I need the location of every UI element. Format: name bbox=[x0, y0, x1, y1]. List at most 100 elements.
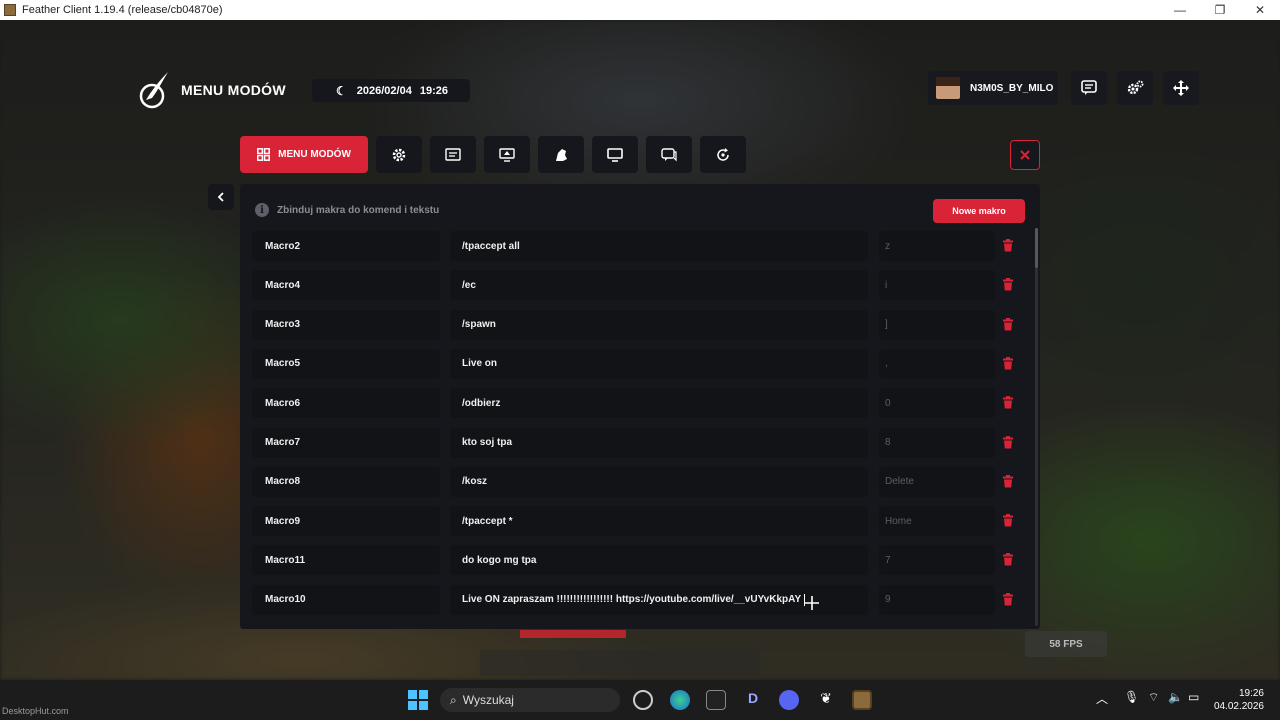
maximize-button[interactable]: ❐ bbox=[1200, 0, 1240, 20]
epic-games-icon[interactable] bbox=[706, 690, 726, 710]
macro-row: Macro11 do kogo mg tpa 7 bbox=[252, 545, 1014, 576]
user-profile-chip[interactable]: N3M0S_BY_MILO bbox=[928, 71, 1058, 105]
chevron-up-icon[interactable]: ︿ bbox=[1096, 690, 1108, 707]
chat-icon bbox=[661, 147, 677, 161]
macro-name-field[interactable]: Macro4 bbox=[252, 270, 440, 301]
macro-name-field[interactable]: Macro6 bbox=[252, 388, 440, 419]
windows-start-icon[interactable] bbox=[408, 690, 428, 710]
trash-icon[interactable] bbox=[1002, 592, 1014, 606]
macro-name-field[interactable]: Macro10 bbox=[252, 584, 440, 615]
macro-command-field[interactable]: /ec bbox=[450, 270, 868, 301]
trash-icon[interactable] bbox=[1002, 239, 1014, 252]
clock-date: 04.02.2026 bbox=[1213, 701, 1264, 712]
macro-command-field[interactable]: /kosz bbox=[450, 466, 868, 497]
macro-keybind-field[interactable]: 0 bbox=[879, 388, 995, 419]
mouse-cursor-icon bbox=[805, 596, 819, 610]
macro-name-field[interactable]: Macro11 bbox=[252, 545, 440, 576]
info-hint: i Zbinduj makra do komend i tekstu bbox=[255, 203, 439, 217]
trash-icon[interactable] bbox=[1002, 514, 1014, 527]
macro-command-field[interactable]: /odbierz bbox=[450, 388, 868, 419]
taskbar-search[interactable]: ⌕ Wyszukaj bbox=[440, 688, 620, 712]
macro-keybind-field[interactable]: Home bbox=[879, 506, 995, 537]
trash-icon[interactable] bbox=[1002, 435, 1014, 449]
tab-mod-menu-label: MENU MODÓW bbox=[278, 149, 351, 160]
macro-name-field[interactable]: Macro2 bbox=[252, 231, 440, 261]
tab-settings[interactable] bbox=[376, 136, 422, 173]
macro-keybind-field[interactable]: 7 bbox=[879, 545, 995, 576]
speaker-icon[interactable]: 🔈 bbox=[1168, 690, 1183, 704]
tab-chat[interactable] bbox=[646, 136, 692, 173]
watermark-text: DesktopHut.com bbox=[2, 706, 69, 716]
discord-icon[interactable] bbox=[779, 690, 799, 710]
macro-command-field[interactable]: /tpaccept * bbox=[450, 506, 868, 537]
trash-icon[interactable] bbox=[1002, 356, 1014, 370]
macro-command-field[interactable]: Live on bbox=[450, 348, 868, 379]
taskbar-search-label: Wyszukaj bbox=[462, 693, 514, 707]
info-icon: i bbox=[255, 203, 269, 217]
macro-command-text: /spawn bbox=[462, 319, 496, 331]
trash-icon[interactable] bbox=[1002, 278, 1014, 291]
trash-icon[interactable] bbox=[1002, 474, 1014, 488]
macro-row: Macro6/odbierz 0 bbox=[252, 388, 1014, 419]
macro-command-text: Live ON zapraszam !!!!!!!!!!!!!!!!! http… bbox=[462, 594, 802, 606]
app-d-icon[interactable]: D bbox=[743, 690, 763, 710]
macro-keybind-field[interactable]: z bbox=[879, 231, 995, 261]
microphone-icon[interactable]: 🎙 bbox=[1124, 690, 1139, 704]
battery-icon[interactable]: ▭ bbox=[1188, 690, 1199, 704]
app-icon bbox=[4, 4, 16, 16]
macro-command-field[interactable]: /tpaccept all bbox=[450, 231, 868, 261]
brand-title: MENU MODÓW bbox=[181, 82, 286, 98]
gears-icon bbox=[1127, 80, 1144, 95]
copilot-icon[interactable] bbox=[633, 690, 653, 710]
tab-display[interactable] bbox=[592, 136, 638, 173]
macro-name-field[interactable]: Macro9 bbox=[252, 506, 440, 537]
move-hud-button[interactable] bbox=[1163, 71, 1199, 105]
cosmetics-icon bbox=[556, 148, 567, 161]
time-text: 19:26 bbox=[419, 84, 448, 97]
macro-command-field[interactable]: /spawn bbox=[450, 309, 868, 340]
macro-name-field[interactable]: Macro5 bbox=[252, 348, 440, 379]
macro-keybind-field[interactable]: ] bbox=[879, 309, 995, 340]
wifi-icon[interactable]: ⌔ bbox=[1148, 690, 1159, 705]
tab-mod-menu[interactable]: MENU MODÓW bbox=[240, 136, 368, 173]
macro-name-field[interactable]: Macro7 bbox=[252, 427, 440, 458]
messages-button[interactable] bbox=[1071, 71, 1107, 105]
macro-row: Macro10 Live ON zapraszam !!!!!!!!!!!!!!!… bbox=[252, 584, 1014, 615]
tab-text[interactable] bbox=[430, 136, 476, 173]
chat-icon bbox=[1081, 80, 1097, 95]
macro-name-field[interactable]: Macro3 bbox=[252, 309, 440, 340]
feather-taskbar-icon[interactable]: ❦ bbox=[816, 690, 836, 710]
settings-button[interactable] bbox=[1117, 71, 1153, 105]
minecraft-icon[interactable] bbox=[852, 690, 872, 710]
macro-command-field[interactable]: do kogo mg tpa bbox=[450, 545, 868, 576]
info-text: Zbinduj makra do komend i tekstu bbox=[277, 204, 440, 216]
minimize-button[interactable]: — bbox=[1160, 0, 1200, 20]
back-button[interactable] bbox=[208, 184, 234, 210]
health-bar bbox=[520, 630, 626, 638]
close-menu-button[interactable] bbox=[1010, 140, 1040, 170]
new-macro-button[interactable]: Nowe makro bbox=[933, 199, 1025, 223]
system-clock[interactable]: 19:26 04.02.2026 bbox=[1212, 687, 1264, 713]
macro-keybind-field[interactable]: i bbox=[879, 270, 995, 301]
macro-keybind-field[interactable]: , bbox=[879, 348, 995, 379]
trash-icon[interactable] bbox=[1002, 396, 1014, 409]
trash-icon[interactable] bbox=[1002, 553, 1014, 566]
scrollbar-thumb[interactable] bbox=[1035, 228, 1038, 268]
window-close-button[interactable]: ✕ bbox=[1240, 0, 1280, 20]
username: N3M0S_BY_MILO bbox=[970, 82, 1054, 94]
macro-keybind-field[interactable]: Delete bbox=[879, 466, 995, 497]
tab-screen-share[interactable] bbox=[484, 136, 530, 173]
macro-keybind-field[interactable]: 9 bbox=[879, 584, 995, 615]
tab-cosmetics[interactable] bbox=[538, 136, 584, 173]
trash-icon[interactable] bbox=[1002, 317, 1014, 331]
macro-row: Macro5 Live on, bbox=[252, 348, 1014, 379]
macro-keybind-field[interactable]: 8 bbox=[879, 427, 995, 458]
edge-browser-icon[interactable] bbox=[670, 690, 690, 710]
grid-icon bbox=[257, 148, 271, 161]
macro-command-text: /kosz bbox=[462, 476, 488, 488]
tab-sync[interactable] bbox=[700, 136, 746, 173]
monitor-icon bbox=[607, 147, 623, 162]
macro-command-field[interactable]: kto soj tpa bbox=[450, 427, 868, 458]
scrollbar-track[interactable] bbox=[1035, 228, 1038, 626]
macro-name-field[interactable]: Macro8 bbox=[252, 466, 440, 497]
